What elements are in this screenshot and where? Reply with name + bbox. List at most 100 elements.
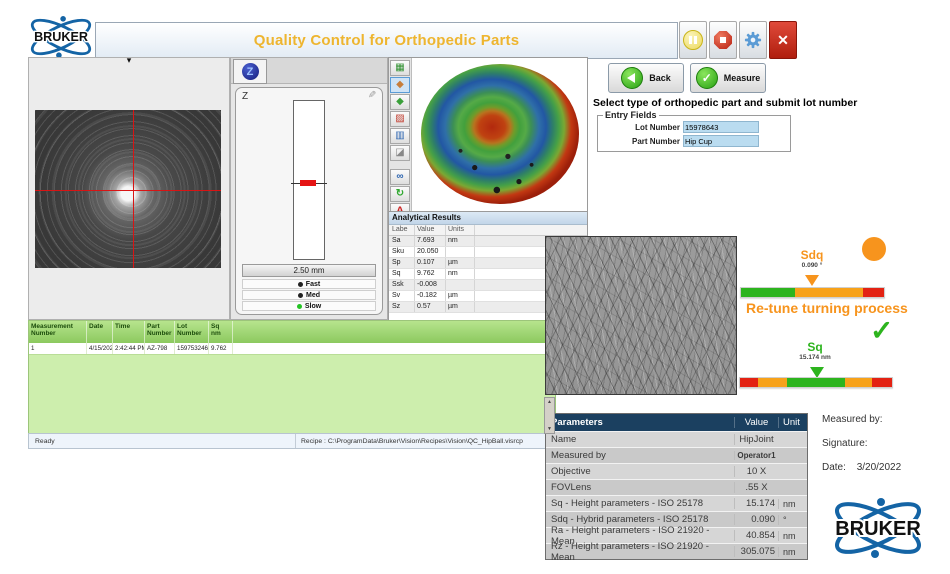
radio-dot-icon [298, 293, 303, 298]
viewer-toolbar: ▦ ◆ ◆ ▨ ▥ ◪ ∞ ↻ A [389, 58, 412, 212]
surface-texture-image[interactable] [545, 236, 737, 395]
close-icon: ✕ [777, 32, 789, 49]
parameters-table: Parameters Value Unit Name HipJoint Meas… [545, 413, 808, 560]
stop-button[interactable] [709, 21, 737, 59]
z-position-label: 2.50 mm [242, 264, 376, 277]
status-recipe-path: Recipe : C:\ProgramData\Bruker\Vision\Re… [296, 438, 523, 445]
z-axis-icon: Z [242, 63, 259, 80]
app-window: { "app": { "brand": "BRUKER", "title": "… [0, 0, 950, 574]
sq-indicator: Sq 15.174 nm [789, 340, 841, 361]
z-speed-options: Fast Med Slow [242, 279, 376, 312]
edit-icon[interactable]: ✎ [368, 90, 376, 101]
z-panel-label: Z [242, 91, 248, 102]
scroll-down-icon[interactable]: ▼ [547, 425, 552, 433]
part-number-field[interactable] [683, 135, 759, 147]
scroll-up-icon[interactable]: ▲ [547, 398, 552, 406]
analytical-results-header: Labe Value Units [389, 225, 587, 236]
z-slider[interactable] [293, 100, 325, 260]
table-row: FOVLens .55 X [546, 479, 807, 495]
refresh-icon[interactable]: ↻ [390, 186, 410, 202]
instruction-text: Select type of orthopedic part and submi… [593, 97, 893, 109]
svg-text:BRUKER: BRUKER [34, 30, 88, 44]
table-row[interactable]: 1 4/15/2022 2:42:44 PM AZ-798 1597532468… [29, 343, 555, 355]
column-header[interactable]: Part Number [145, 321, 175, 343]
entry-fields-group: Entry Fields Lot Number Part Number [597, 110, 791, 152]
back-icon [621, 67, 643, 89]
column-header[interactable]: Time [113, 321, 145, 343]
table-row: Sq - Height parameters - ISO 25178 15.17… [546, 495, 807, 511]
measurement-table-header: Measurement Number Date Time Part Number… [29, 321, 555, 343]
lot-number-label: Lot Number [598, 123, 683, 132]
sdq-indicator: Sdq 0.090 ° [786, 248, 838, 269]
parameters-table-header: Parameters Value Unit [546, 414, 807, 431]
z-axis-panel: Z Z ✎ 2.50 mm Fast Med Slow [230, 57, 388, 320]
color-image-icon[interactable]: ▨ [390, 111, 410, 127]
measure-check-icon: ✓ [696, 67, 718, 89]
camera-panel: ▾ [28, 57, 230, 320]
surface-heatmap[interactable] [421, 64, 579, 204]
pause-button[interactable] [679, 21, 707, 59]
table-row: Objective 10 X [546, 463, 807, 479]
signature-label: Signature: [822, 438, 942, 449]
radio-speed-slow[interactable]: Slow [242, 301, 376, 311]
measure-button[interactable]: ✓ Measure [690, 63, 766, 93]
lot-number-field[interactable] [683, 121, 759, 133]
link-icon[interactable]: ∞ [390, 169, 410, 185]
chevron-down-icon[interactable]: ▾ [127, 55, 132, 66]
column-header[interactable]: Sq nm [209, 321, 233, 343]
pause-icon [683, 30, 703, 50]
close-button[interactable]: ✕ [769, 21, 797, 59]
range-segment [758, 378, 787, 387]
radio-speed-fast[interactable]: Fast [242, 279, 376, 289]
z-slider-handle[interactable] [300, 180, 316, 186]
surface-viewer-panel: ▦ ◆ ◆ ▨ ▥ ◪ ∞ ↻ A [388, 57, 588, 213]
window-title-bar: Quality Control for Orthopedic Parts [95, 22, 678, 59]
surface-view-icon[interactable]: ◆ [390, 77, 410, 93]
measurement-table: Measurement Number Date Time Part Number… [28, 320, 556, 435]
range-segment [787, 378, 845, 387]
entry-fields-legend: Entry Fields [603, 110, 659, 120]
gear-icon [744, 31, 762, 49]
radio-dot-icon [297, 304, 302, 309]
status-state: Ready [29, 434, 296, 448]
back-button[interactable]: Back [608, 63, 684, 93]
sdq-range-bar [740, 287, 885, 298]
table-row: Rz - Height parameters - ISO 21920 - Mea… [546, 543, 807, 559]
date-value: 3/20/2022 [857, 462, 902, 473]
stop-icon [714, 31, 732, 49]
sq-range-bar [739, 377, 893, 388]
page-title: Quality Control for Orthopedic Parts [254, 32, 520, 49]
range-segment [872, 378, 892, 387]
settings-button[interactable] [739, 21, 767, 59]
dataset-grid-icon[interactable]: ▦ [390, 60, 410, 76]
mesh-view-icon[interactable]: ◆ [390, 94, 410, 110]
range-segment [795, 288, 862, 297]
signature-block: Measured by: Signature: Date: 3/20/2022 [822, 414, 942, 473]
column-header[interactable]: Measurement Number [29, 321, 87, 343]
z-tab-strip: Z [231, 58, 387, 84]
svg-text:BRUKER: BRUKER [835, 518, 921, 540]
column-header[interactable]: Lot Number [175, 321, 209, 343]
crosshair-horizontal [35, 190, 221, 191]
sdq-label: Sdq [786, 248, 838, 262]
range-segment [863, 288, 884, 297]
radio-speed-med[interactable]: Med [242, 290, 376, 300]
sq-label: Sq [789, 340, 841, 354]
table-row: Measured by Operator1 [546, 447, 807, 463]
pass-check-icon: ✓ [870, 314, 893, 347]
column-header[interactable]: Date [87, 321, 113, 343]
camera-live-image[interactable] [35, 110, 221, 268]
analytical-results-title: Analytical Results [389, 212, 587, 225]
bruker-logo: BRUKER [26, 14, 96, 60]
histogram-icon[interactable]: ▥ [390, 128, 410, 144]
radio-dot-icon [298, 282, 303, 287]
window-controls: ✕ [679, 21, 797, 58]
range-segment [741, 288, 795, 297]
sdq-pointer-icon [805, 275, 819, 286]
profile-view-icon[interactable]: ◪ [390, 145, 410, 161]
date-line: Date: 3/20/2022 [822, 462, 942, 473]
table-scrollbar[interactable]: ▲ ▼ [544, 397, 555, 434]
warning-dot-icon [862, 237, 886, 261]
tab-z-axis[interactable]: Z [233, 59, 267, 84]
sq-value: 15.174 nm [789, 354, 841, 361]
